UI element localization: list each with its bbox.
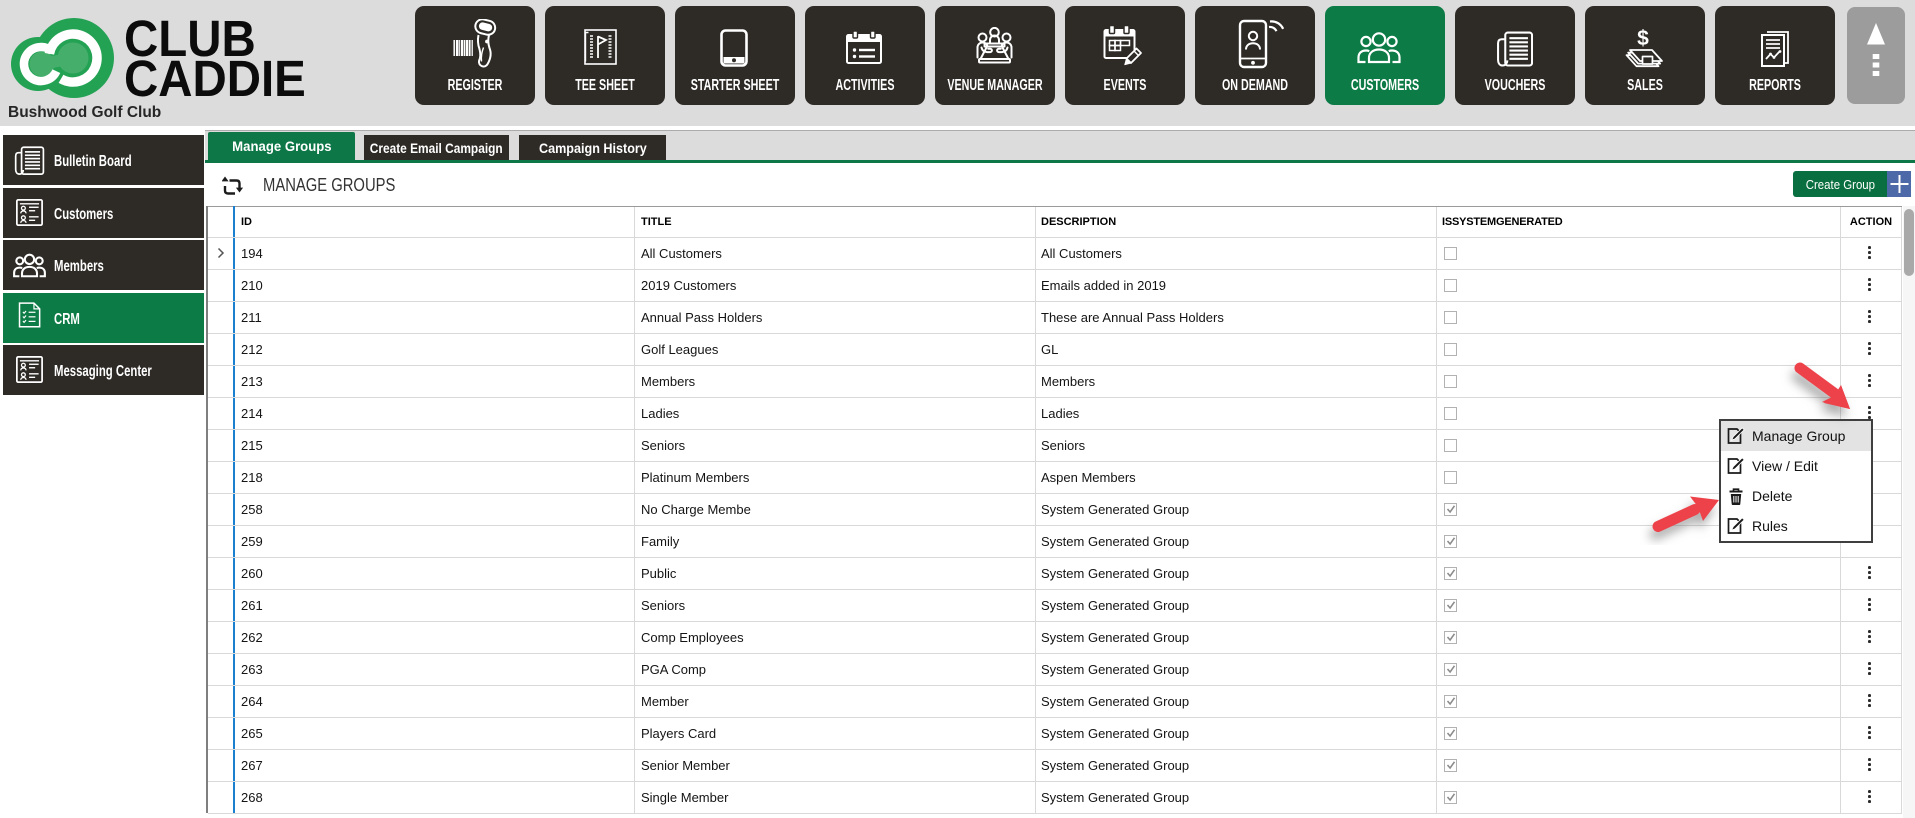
svg-text:$: $ <box>1637 27 1649 50</box>
